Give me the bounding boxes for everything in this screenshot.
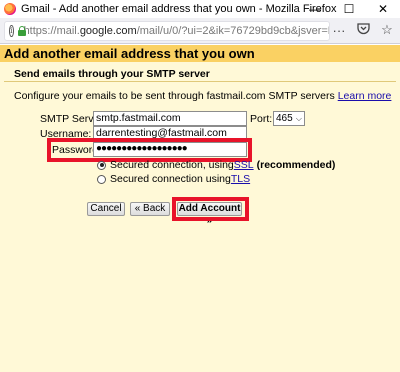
address-bar[interactable]: i https://mail.google.com/mail/u/0/?ui=2… — [4, 21, 330, 41]
ssl-option[interactable]: Secured connection, using SSL (recommend… — [97, 159, 335, 171]
tls-radio[interactable] — [97, 174, 106, 184]
firefox-logo-icon — [4, 3, 16, 15]
window-titlebar: Gmail - Add another email address that y… — [0, 0, 400, 18]
tls-option-label: Secured connection using — [110, 173, 231, 185]
pocket-icon[interactable] — [356, 22, 370, 38]
url-text[interactable]: https://mail.google.com/mail/u/0/?ui=2&i… — [24, 25, 329, 37]
maximize-button[interactable]: ☐ — [332, 0, 366, 18]
add-email-dialog: Add another email address that you own S… — [0, 45, 400, 372]
port-select[interactable]: 465 ⌵ — [273, 111, 305, 126]
minimize-button[interactable]: — — [298, 0, 332, 18]
tls-option[interactable]: Secured connection using TLS — [97, 173, 250, 185]
info-icon[interactable]: i — [9, 25, 14, 37]
cancel-button[interactable]: Cancel — [87, 202, 125, 216]
bookmark-star-icon[interactable]: ☆ — [380, 22, 394, 38]
ssl-recommended: (recommended) — [256, 159, 336, 171]
close-button[interactable]: ✕ — [366, 0, 400, 18]
ssl-option-label: Secured connection, using — [110, 159, 234, 171]
learn-more-link[interactable]: Learn more — [338, 90, 392, 102]
port-label: Port: — [250, 113, 273, 125]
description-text: Configure your emails to be sent through… — [14, 90, 335, 102]
back-button[interactable]: « Back — [130, 202, 170, 216]
ssl-link[interactable]: SSL — [234, 159, 254, 171]
smtp-server-label: SMTP Server: — [40, 113, 106, 125]
window-title: Gmail - Add another email address that y… — [21, 3, 337, 15]
browser-toolbar: i https://mail.google.com/mail/u/0/?ui=2… — [0, 18, 400, 44]
ssl-radio[interactable] — [97, 160, 106, 170]
section-divider — [4, 81, 396, 82]
smtp-server-input[interactable]: smtp.fastmail.com — [93, 111, 247, 126]
window-controls: — ☐ ✕ — [298, 0, 400, 18]
tls-link[interactable]: TLS — [231, 173, 250, 185]
dialog-header: Add another email address that you own — [0, 45, 400, 62]
port-value: 465 — [276, 113, 293, 124]
add-account-highlight-box — [172, 197, 249, 221]
section-title: Send emails through your SMTP server — [14, 68, 210, 80]
toolbar-icons: ··· ☆ — [332, 22, 394, 38]
smtp-description: Configure your emails to be sent through… — [14, 90, 391, 102]
page-actions-icon[interactable]: ··· — [332, 23, 346, 38]
chevron-down-icon: ⌵ — [295, 114, 302, 123]
